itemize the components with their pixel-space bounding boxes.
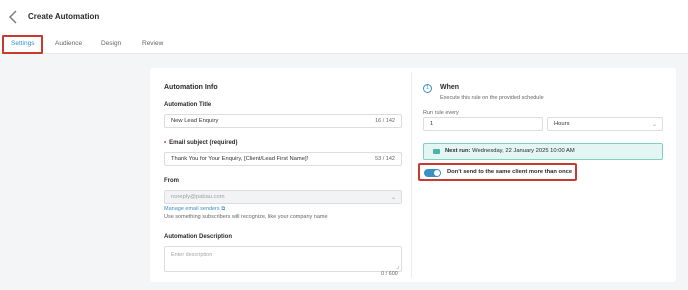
settings-tab-highlight: [2, 35, 43, 54]
chevron-left-icon[interactable]: [6, 9, 22, 25]
manage-email-senders-text: Manage email senders: [164, 206, 220, 212]
chevron-down-icon: ⌄: [651, 122, 657, 128]
tab-bar: Settings Audience Design Review: [0, 36, 688, 54]
when-heading: When: [440, 84, 460, 91]
next-run-text: Next run: Wednesday, 22 January 2025 10:…: [445, 148, 575, 154]
resize-handle-icon[interactable]: ⌟: [396, 263, 399, 270]
email-subject-label: • Email subject (required): [164, 140, 237, 146]
send-once-label: Don't send to the same client more than …: [447, 169, 573, 175]
run-unit-select[interactable]: Hours ⌄: [547, 117, 663, 131]
chevron-down-icon: ⌄: [390, 195, 396, 201]
required-marker: •: [164, 140, 167, 146]
from-label: From: [164, 178, 179, 184]
automation-info-heading: Automation Info: [164, 84, 218, 91]
email-subject-input[interactable]: Thank You for Your Enquiry, [Client/Lead…: [164, 152, 402, 166]
description-counter: 0 / 600: [381, 271, 398, 277]
email-subject-label-text: Email subject (required): [169, 140, 238, 146]
from-value: noreply@pabau.com: [171, 194, 225, 200]
run-interval-value: 1: [430, 121, 434, 127]
toggle-knob: [434, 170, 440, 176]
from-help-text: Use something subscribers will recognize…: [164, 214, 328, 220]
page-title: Create Automation: [28, 12, 100, 21]
automation-description-textarea[interactable]: Enter description ⌟: [164, 246, 402, 272]
next-run-banner: Next run: Wednesday, 22 January 2025 10:…: [423, 143, 663, 160]
run-rule-every-label: Run rule every: [423, 110, 459, 116]
run-interval-input[interactable]: 1: [423, 117, 543, 131]
email-subject-counter: 53 / 142: [375, 156, 395, 162]
automation-title-value: New Lead Enquiry: [171, 118, 219, 124]
next-run-label: Next run:: [445, 148, 471, 154]
next-run-value: Wednesday, 22 January 2025 10:00 AM: [472, 148, 575, 154]
automation-description-label: Automation Description: [164, 234, 233, 240]
run-unit-value: Hours: [554, 121, 570, 127]
tab-review[interactable]: Review: [142, 40, 163, 47]
automation-title-label: Automation Title: [164, 102, 212, 108]
automation-title-input[interactable]: New Lead Enquiry 16 / 142: [164, 114, 402, 128]
header-bar: Create Automation: [0, 0, 688, 36]
automation-title-counter: 16 / 142: [375, 118, 395, 124]
from-select: noreply@pabau.com ⌄: [164, 190, 402, 204]
when-subtitle: Execute this rule on the provided schedu…: [440, 95, 544, 101]
send-once-toggle[interactable]: [424, 169, 441, 177]
column-divider: [411, 72, 412, 278]
external-link-icon: ⧉: [221, 206, 226, 212]
manage-email-senders-link[interactable]: Manage email senders ⧉: [164, 206, 225, 213]
email-subject-value: Thank You for Your Enquiry, [Client/Lead…: [171, 156, 309, 162]
description-placeholder: Enter description: [171, 252, 213, 258]
calendar-icon: [433, 149, 440, 154]
tab-audience[interactable]: Audience: [55, 40, 82, 47]
step-number-badge: 1: [423, 84, 432, 93]
tab-design[interactable]: Design: [101, 40, 121, 47]
